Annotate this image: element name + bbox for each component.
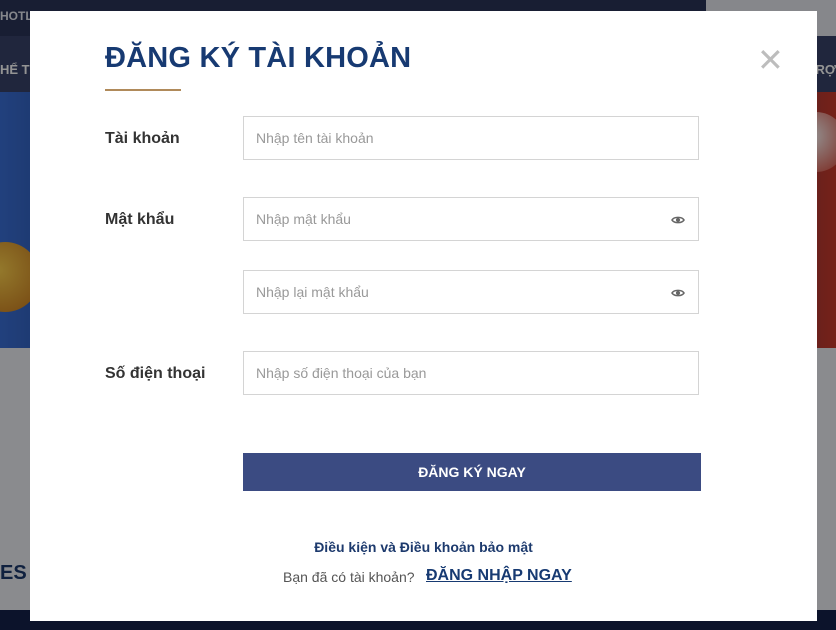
title-underline bbox=[105, 89, 181, 91]
password-label: Mật khẩu bbox=[105, 211, 175, 228]
password-input[interactable] bbox=[244, 198, 698, 240]
eye-icon[interactable] bbox=[671, 286, 685, 300]
phone-field bbox=[243, 351, 699, 395]
register-button[interactable]: ĐĂNG KÝ NGAY bbox=[243, 453, 701, 491]
register-modal: ĐĂNG KÝ TÀI KHOẢN ✕ Tài khoản Mật khẩu S… bbox=[30, 11, 817, 621]
login-link[interactable]: ĐĂNG NHẬP NGAY bbox=[426, 567, 572, 585]
password-field bbox=[243, 197, 699, 241]
confirm-password-input[interactable] bbox=[244, 271, 698, 313]
phone-input[interactable] bbox=[244, 352, 698, 394]
confirm-password-field bbox=[243, 270, 699, 314]
phone-label: Số điện thoại bbox=[105, 365, 206, 382]
account-label: Tài khoản bbox=[105, 130, 180, 147]
account-field bbox=[243, 116, 699, 160]
modal-title: ĐĂNG KÝ TÀI KHOẢN bbox=[105, 42, 412, 74]
terms-link[interactable]: Điều kiện và Điều khoản bảo mật bbox=[30, 539, 817, 555]
eye-icon[interactable] bbox=[671, 213, 685, 227]
have-account-text: Bạn đã có tài khoản? bbox=[283, 569, 415, 585]
account-input[interactable] bbox=[244, 117, 698, 159]
close-icon[interactable]: ✕ bbox=[757, 44, 784, 76]
